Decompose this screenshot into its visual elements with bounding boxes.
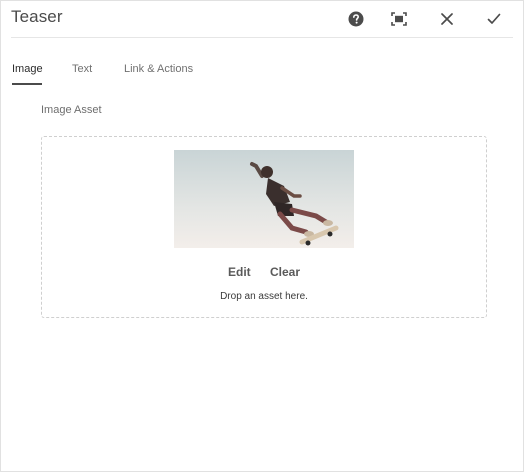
dialog-title: Teaser	[11, 7, 63, 26]
active-tab-indicator	[12, 83, 42, 85]
clear-button[interactable]: Clear	[270, 265, 300, 279]
tab-list: Image Text Link & Actions	[1, 53, 523, 87]
dialog-header: Teaser	[1, 1, 523, 37]
fullscreen-icon	[391, 12, 407, 26]
checkmark-icon	[487, 13, 501, 25]
header-divider	[11, 37, 513, 38]
image-asset-label: Image Asset	[41, 104, 102, 116]
close-icon	[441, 13, 453, 25]
tab-text[interactable]: Text	[72, 63, 92, 75]
asset-dropzone[interactable]: Edit Clear Drop an asset here.	[41, 136, 487, 318]
cancel-button[interactable]	[435, 7, 459, 31]
tab-link-actions[interactable]: Link & Actions	[124, 63, 193, 75]
tab-image[interactable]: Image	[12, 63, 43, 75]
done-button[interactable]	[482, 7, 506, 31]
help-icon	[348, 11, 364, 27]
image-thumbnail	[174, 150, 354, 248]
fullscreen-button[interactable]	[387, 7, 411, 31]
drop-hint: Drop an asset here.	[220, 291, 308, 302]
teaser-dialog: Teaser Image Text Link & Actions Image A…	[0, 0, 524, 472]
help-button[interactable]	[344, 7, 368, 31]
edit-button[interactable]: Edit	[228, 265, 251, 279]
